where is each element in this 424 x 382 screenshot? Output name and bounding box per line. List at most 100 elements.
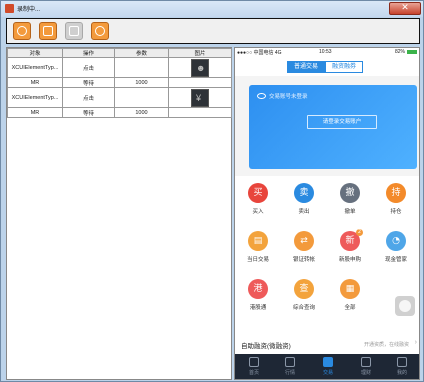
wallet-icon [361,357,371,367]
cell-object: XCUIElementTyp... [7,87,63,108]
carrier-text: ●●●○○ 中国电信 4G [237,50,282,56]
grid-item-label: 撤单 [344,209,356,215]
play-icon [69,26,79,36]
phone-screen: ●●●○○ 中国电信 4G 10:53 82% 普通交易 融资融券 交易账号未登… [234,47,420,380]
account-card: 交易账号未登录 请登录交易账户 [249,85,417,169]
pause-button[interactable] [39,22,57,40]
snapshot-button[interactable] [91,22,109,40]
table-row[interactable]: MR 等待 1000 [7,77,232,88]
grid-item-label: 银证转帐 [292,257,315,263]
bottom-tab-bar: 首页 行情 交易 理财 我的 [235,354,419,379]
table-row[interactable]: XCUIElementTyp... 点击 ☻ [7,57,232,78]
query-icon: 查 [294,279,314,299]
cash-manager-icon: ◔ [386,231,406,251]
hk-icon: 港 [248,279,268,299]
transfer-icon: ⇄ [294,231,314,251]
trade-segment: 普通交易 融资融券 [235,56,419,76]
eye-icon[interactable] [257,93,266,99]
home-icon [249,357,259,367]
grid-item-label: 新股申购 [338,257,361,263]
grid-item-bank-transfer[interactable]: ⇄ 银证转帐 [281,224,327,272]
title-bar: 录制中... ✕ [1,1,423,17]
grid-item-buy[interactable]: 买 买入 [235,176,281,224]
grid-item-label: 买入 [252,209,264,215]
grid-item-label: 持仓 [390,209,402,215]
grid-item-label: 全部 [344,305,356,311]
cell-action: 点击 [62,57,115,78]
person-icon: ☻ [196,62,206,73]
cell-param: 1000 [114,107,169,118]
tab-normal-trade[interactable]: 普通交易 [287,61,325,73]
cell-param: 1000 [114,77,169,88]
tab-me[interactable]: 我的 [387,357,417,376]
ipo-count-badge: 2 [356,229,363,236]
cell-param [114,57,169,78]
cell-image [168,77,232,88]
assistive-touch-icon [399,300,411,312]
cell-image: ☻ [168,57,232,78]
tab-market[interactable]: 行情 [275,357,305,376]
account-hint: 交易账号未登录 [269,94,308,100]
calendar-icon: ▤ [248,231,268,251]
record-icon [17,26,27,36]
table-row[interactable]: MR 等待 1000 [7,107,232,118]
new-stock-glyph: 新 [345,236,355,246]
header-object: 对象 [7,48,63,58]
header-image: 图片 [168,48,232,58]
tab-trade[interactable]: 交易 [313,357,343,376]
snapshot-icon [95,26,105,36]
cell-action: 等待 [62,107,115,118]
grid-item-ipo-subscribe[interactable]: 新 2 新股申购 [327,224,373,272]
grid-item-label: 港股通 [249,305,267,311]
financing-subtitle: 开通资质，在线融资 [363,342,409,348]
grid-item-all[interactable]: ▦ 全部 [327,272,373,320]
app-icon [5,4,14,13]
grid-item-cash-manager[interactable]: ◔ 现金管家 [373,224,419,272]
cancel-icon: 撤 [340,183,360,203]
steps-panel: 对象 操作 参数 图片 XCUIElementTyp... 点击 ☻ MR 等待… [6,47,232,380]
holdings-icon: 持 [386,183,406,203]
grid-item-query[interactable]: 查 综合查询 [281,272,327,320]
table-header: 对象 操作 参数 图片 [7,48,232,58]
cell-image [168,107,232,118]
recorder-window: 录制中... ✕ 对象 操作 参数 图片 XCUIElementTyp... 点… [0,0,424,382]
grid-item-label: 现金管家 [384,257,407,263]
toolbar [6,18,420,44]
play-button[interactable] [65,22,83,40]
header-action: 操作 [62,48,115,58]
grid-item-label: 综合查询 [292,305,315,311]
all-apps-icon: ▦ [340,279,360,299]
grid-item-today-trades[interactable]: ▤ 当日交易 [235,224,281,272]
assistive-touch-button[interactable] [395,296,415,316]
cell-image: ¥ [168,87,232,108]
tab-label: 理财 [360,370,371,376]
buy-icon: 买 [248,183,268,203]
login-account-button[interactable]: 请登录交易账户 [307,115,377,129]
close-button[interactable]: ✕ [389,2,421,15]
tab-home[interactable]: 首页 [239,357,269,376]
self-financing-row[interactable]: 自助融资(微融资) 开通资质，在线融资 › [235,338,419,350]
grid-item-cancel-order[interactable]: 撤 撤单 [327,176,373,224]
tab-label: 行情 [284,370,295,376]
tab-margin-trade[interactable]: 融资融券 [325,61,363,73]
yen-thumbnail: ¥ [191,88,209,107]
financing-title: 自助融资(微融资) [241,343,291,350]
grid-item-holdings[interactable]: 持 持仓 [373,176,419,224]
cell-object: MR [7,107,63,118]
record-button[interactable] [13,22,31,40]
grid-item-label: 当日交易 [246,257,269,263]
tab-label: 首页 [248,370,259,376]
sell-icon: 卖 [294,183,314,203]
user-icon [397,357,407,367]
chart-icon [285,357,295,367]
yen-icon: ¥ [196,92,202,103]
battery-icon [407,50,417,54]
tab-wealth[interactable]: 理财 [351,357,381,376]
cell-action: 等待 [62,77,115,88]
header-param: 参数 [114,48,169,58]
table-row[interactable]: XCUIElementTyp... 点击 ¥ [7,87,232,108]
grid-item-sell[interactable]: 卖 卖出 [281,176,327,224]
grid-item-hk-connect[interactable]: 港 港股通 [235,272,281,320]
new-stock-icon: 新 2 [340,229,363,251]
steps-table: 对象 操作 参数 图片 XCUIElementTyp... 点击 ☻ MR 等待… [7,48,232,118]
